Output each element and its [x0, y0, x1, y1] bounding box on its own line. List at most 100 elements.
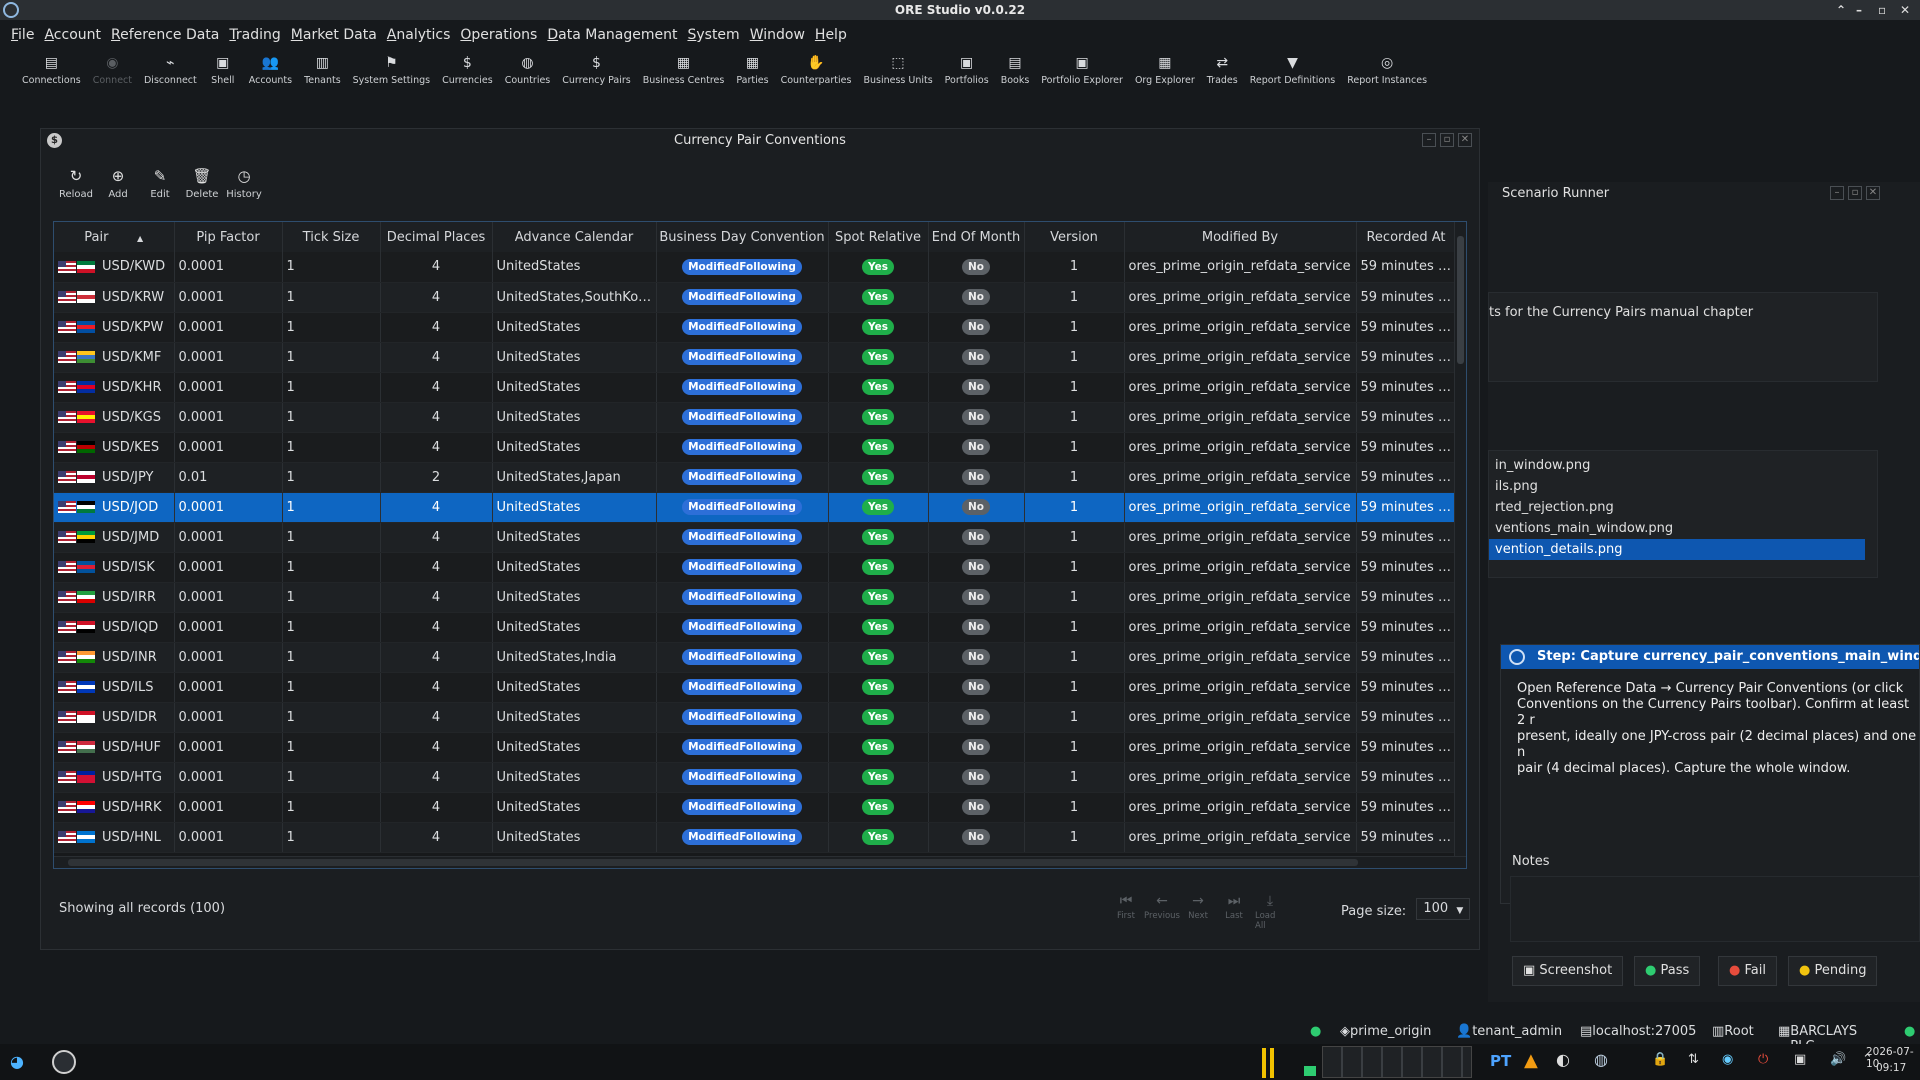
- table-row[interactable]: USD/HUF 0.0001 1 4 UnitedStates ModifiedFollo…: [54, 732, 1457, 763]
- network-icon[interactable]: ⇅: [1688, 1052, 1699, 1067]
- window-minimize-icon[interactable]: –: [1856, 0, 1862, 20]
- column-header-business-day-convention[interactable]: Business Day Convention: [656, 222, 829, 252]
- trades-button[interactable]: ⇄ Trades: [1201, 50, 1244, 86]
- table-row[interactable]: USD/HRK 0.0001 1 4 UnitedStates ModifiedFollo…: [54, 792, 1457, 823]
- last-button[interactable]: ⏭ Last: [1219, 893, 1249, 931]
- column-header-pip-factor[interactable]: Pip Factor: [174, 222, 283, 252]
- column-header-end-of-month[interactable]: End Of Month: [928, 222, 1025, 252]
- fail-button[interactable]: ● Fail: [1718, 956, 1777, 986]
- virtual-desktops-pager[interactable]: [1322, 1046, 1472, 1078]
- table-row[interactable]: USD/ILS 0.0001 1 4 UnitedStates ModifiedFollo…: [54, 672, 1457, 703]
- add-button[interactable]: ⊕ Add: [99, 167, 137, 200]
- connect-button[interactable]: ◉ Connect: [87, 50, 138, 86]
- menu-window[interactable]: Window: [745, 24, 810, 46]
- menu-account[interactable]: Account: [39, 24, 106, 46]
- discord-icon[interactable]: ◐: [1556, 1050, 1570, 1069]
- horizontal-scrollbar[interactable]: [54, 856, 1466, 868]
- delete-button[interactable]: 🗑 Delete: [183, 167, 221, 200]
- system-settings-button[interactable]: ⚑ System Settings: [347, 50, 436, 86]
- menu-trading[interactable]: Trading: [224, 24, 285, 46]
- history-button[interactable]: ◷ History: [225, 167, 263, 200]
- table-row[interactable]: USD/KMF 0.0001 1 4 UnitedStates ModifiedFollo…: [54, 342, 1457, 373]
- steam-icon[interactable]: ◉: [1722, 1052, 1733, 1067]
- column-header-tick-size[interactable]: Tick Size: [282, 222, 381, 252]
- clipboard-icon[interactable]: ▣: [1794, 1052, 1806, 1067]
- file-list-item[interactable]: vention_details.png: [1489, 539, 1865, 560]
- table-row[interactable]: USD/IDR 0.0001 1 4 UnitedStates ModifiedFollo…: [54, 702, 1457, 733]
- countries-button[interactable]: ◍ Countries: [499, 50, 557, 86]
- next-button[interactable]: → Next: [1183, 893, 1213, 931]
- screenshot-button[interactable]: ▣ Screenshot: [1512, 956, 1624, 986]
- first-button[interactable]: ⏮ First: [1111, 893, 1141, 931]
- vlc-icon[interactable]: ▲: [1524, 1050, 1538, 1071]
- business-units-button[interactable]: ⬚ Business Units: [857, 50, 938, 86]
- column-header-recorded-at[interactable]: Recorded At: [1356, 222, 1457, 252]
- window-chevron-up-icon[interactable]: ⌃: [1836, 0, 1846, 20]
- menu-help[interactable]: Help: [810, 24, 852, 46]
- counterparties-button[interactable]: ✋ Counterparties: [775, 50, 858, 86]
- table-row[interactable]: USD/KPW 0.0001 1 4 UnitedStates ModifiedFollo…: [54, 312, 1457, 343]
- load-all-button[interactable]: ⤓ Load All: [1255, 893, 1285, 931]
- column-header-version[interactable]: Version: [1024, 222, 1125, 252]
- subwindow-minimize-icon[interactable]: –: [1422, 133, 1436, 147]
- table-row[interactable]: USD/KWD 0.0001 1 4 UnitedStates ModifiedFollo…: [54, 252, 1457, 283]
- table-row[interactable]: USD/HNL 0.0001 1 4 UnitedStates ModifiedFollo…: [54, 822, 1457, 853]
- vertical-scrollbar[interactable]: [1454, 222, 1466, 868]
- column-header-modified-by[interactable]: Modified By: [1124, 222, 1357, 252]
- menu-file[interactable]: File: [6, 24, 39, 46]
- screenshot-file-list[interactable]: in_window.png ils.png rted_rejection.png ve…: [1488, 450, 1878, 578]
- ore-studio-task-icon[interactable]: [52, 1050, 76, 1074]
- runner-minimize-icon[interactable]: –: [1830, 186, 1844, 200]
- power-icon[interactable]: ⏻: [1758, 1052, 1768, 1067]
- notes-field[interactable]: [1510, 876, 1920, 942]
- report-instances-button[interactable]: ◎ Report Instances: [1341, 50, 1433, 86]
- previous-button[interactable]: ← Previous: [1144, 893, 1180, 931]
- portfolios-button[interactable]: ▣ Portfolios: [939, 50, 995, 86]
- file-list-item[interactable]: in_window.png: [1489, 455, 1865, 476]
- file-list-item[interactable]: rted_rejection.png: [1489, 497, 1865, 518]
- reload-button[interactable]: ↻ Reload: [57, 167, 95, 200]
- table-row[interactable]: USD/JPY 0.01 1 2 UnitedStates,Japan ModifiedF…: [54, 462, 1457, 493]
- table-row[interactable]: USD/JOD 0.0001 1 4 UnitedStates ModifiedFollo…: [54, 492, 1457, 523]
- menu-system[interactable]: System: [682, 24, 744, 46]
- table-row[interactable]: USD/IQD 0.0001 1 4 UnitedStates ModifiedFollo…: [54, 612, 1457, 643]
- edit-button[interactable]: ✎ Edit: [141, 167, 179, 200]
- accounts-button[interactable]: 👥 Accounts: [243, 50, 298, 86]
- conventions-table[interactable]: Pair ▲ Pip Factor Tick Size Decimal Places A…: [53, 221, 1467, 869]
- portfolio-explorer-button[interactable]: ▣ Portfolio Explorer: [1035, 50, 1129, 86]
- table-row[interactable]: USD/HTG 0.0001 1 4 UnitedStates ModifiedFollo…: [54, 762, 1457, 793]
- pending-button[interactable]: ● Pending: [1788, 956, 1878, 986]
- table-row[interactable]: USD/INR 0.0001 1 4 UnitedStates,India Modifie…: [54, 642, 1457, 673]
- org-explorer-button[interactable]: ▦ Org Explorer: [1129, 50, 1201, 86]
- connections-button[interactable]: ▤ Connections: [16, 50, 87, 86]
- menu-data-management[interactable]: Data Management: [542, 24, 682, 46]
- business-centres-button[interactable]: ▦ Business Centres: [637, 50, 731, 86]
- tenants-button[interactable]: ▥ Tenants: [298, 50, 347, 86]
- ore-tray-icon[interactable]: ◍: [1594, 1050, 1608, 1069]
- runner-maximize-icon[interactable]: ▫: [1848, 186, 1862, 200]
- report-definitions-button[interactable]: ▼ Report Definitions: [1244, 50, 1341, 86]
- page-size-select[interactable]: 100 ▼: [1416, 898, 1471, 920]
- subwindow-maximize-icon[interactable]: ▫: [1440, 133, 1454, 147]
- table-row[interactable]: USD/KRW 0.0001 1 4 UnitedStates,SouthKor... M…: [54, 282, 1457, 313]
- table-row[interactable]: USD/KES 0.0001 1 4 UnitedStates ModifiedFollo…: [54, 432, 1457, 463]
- column-header-decimal-places[interactable]: Decimal Places: [380, 222, 493, 252]
- parties-button[interactable]: ▦ Parties: [730, 50, 774, 86]
- menu-analytics[interactable]: Analytics: [382, 24, 456, 46]
- table-row[interactable]: USD/IRR 0.0001 1 4 UnitedStates ModifiedFollo…: [54, 582, 1457, 613]
- lock-icon[interactable]: 🔒: [1652, 1052, 1668, 1067]
- file-list-item[interactable]: ventions_main_window.png: [1489, 518, 1865, 539]
- books-button[interactable]: ▤ Books: [995, 50, 1036, 86]
- runner-close-icon[interactable]: ✕: [1866, 186, 1880, 200]
- menu-market-data[interactable]: Market Data: [286, 24, 382, 46]
- column-header-advance-calendar[interactable]: Advance Calendar: [492, 222, 657, 252]
- window-maximize-icon[interactable]: ▫: [1878, 0, 1886, 20]
- column-header-spot-relative[interactable]: Spot Relative: [828, 222, 929, 252]
- shell-button[interactable]: ▣ Shell: [203, 50, 243, 86]
- subwindow-close-icon[interactable]: ✕: [1458, 133, 1472, 147]
- disconnect-button[interactable]: ⌁ Disconnect: [138, 50, 203, 86]
- table-row[interactable]: USD/KGS 0.0001 1 4 UnitedStates ModifiedFollo…: [54, 402, 1457, 433]
- currency-pairs-button[interactable]: $ Currency Pairs: [556, 50, 636, 86]
- pass-button[interactable]: ● Pass: [1634, 956, 1701, 986]
- table-row[interactable]: USD/ISK 0.0001 1 4 UnitedStates ModifiedFollo…: [54, 552, 1457, 583]
